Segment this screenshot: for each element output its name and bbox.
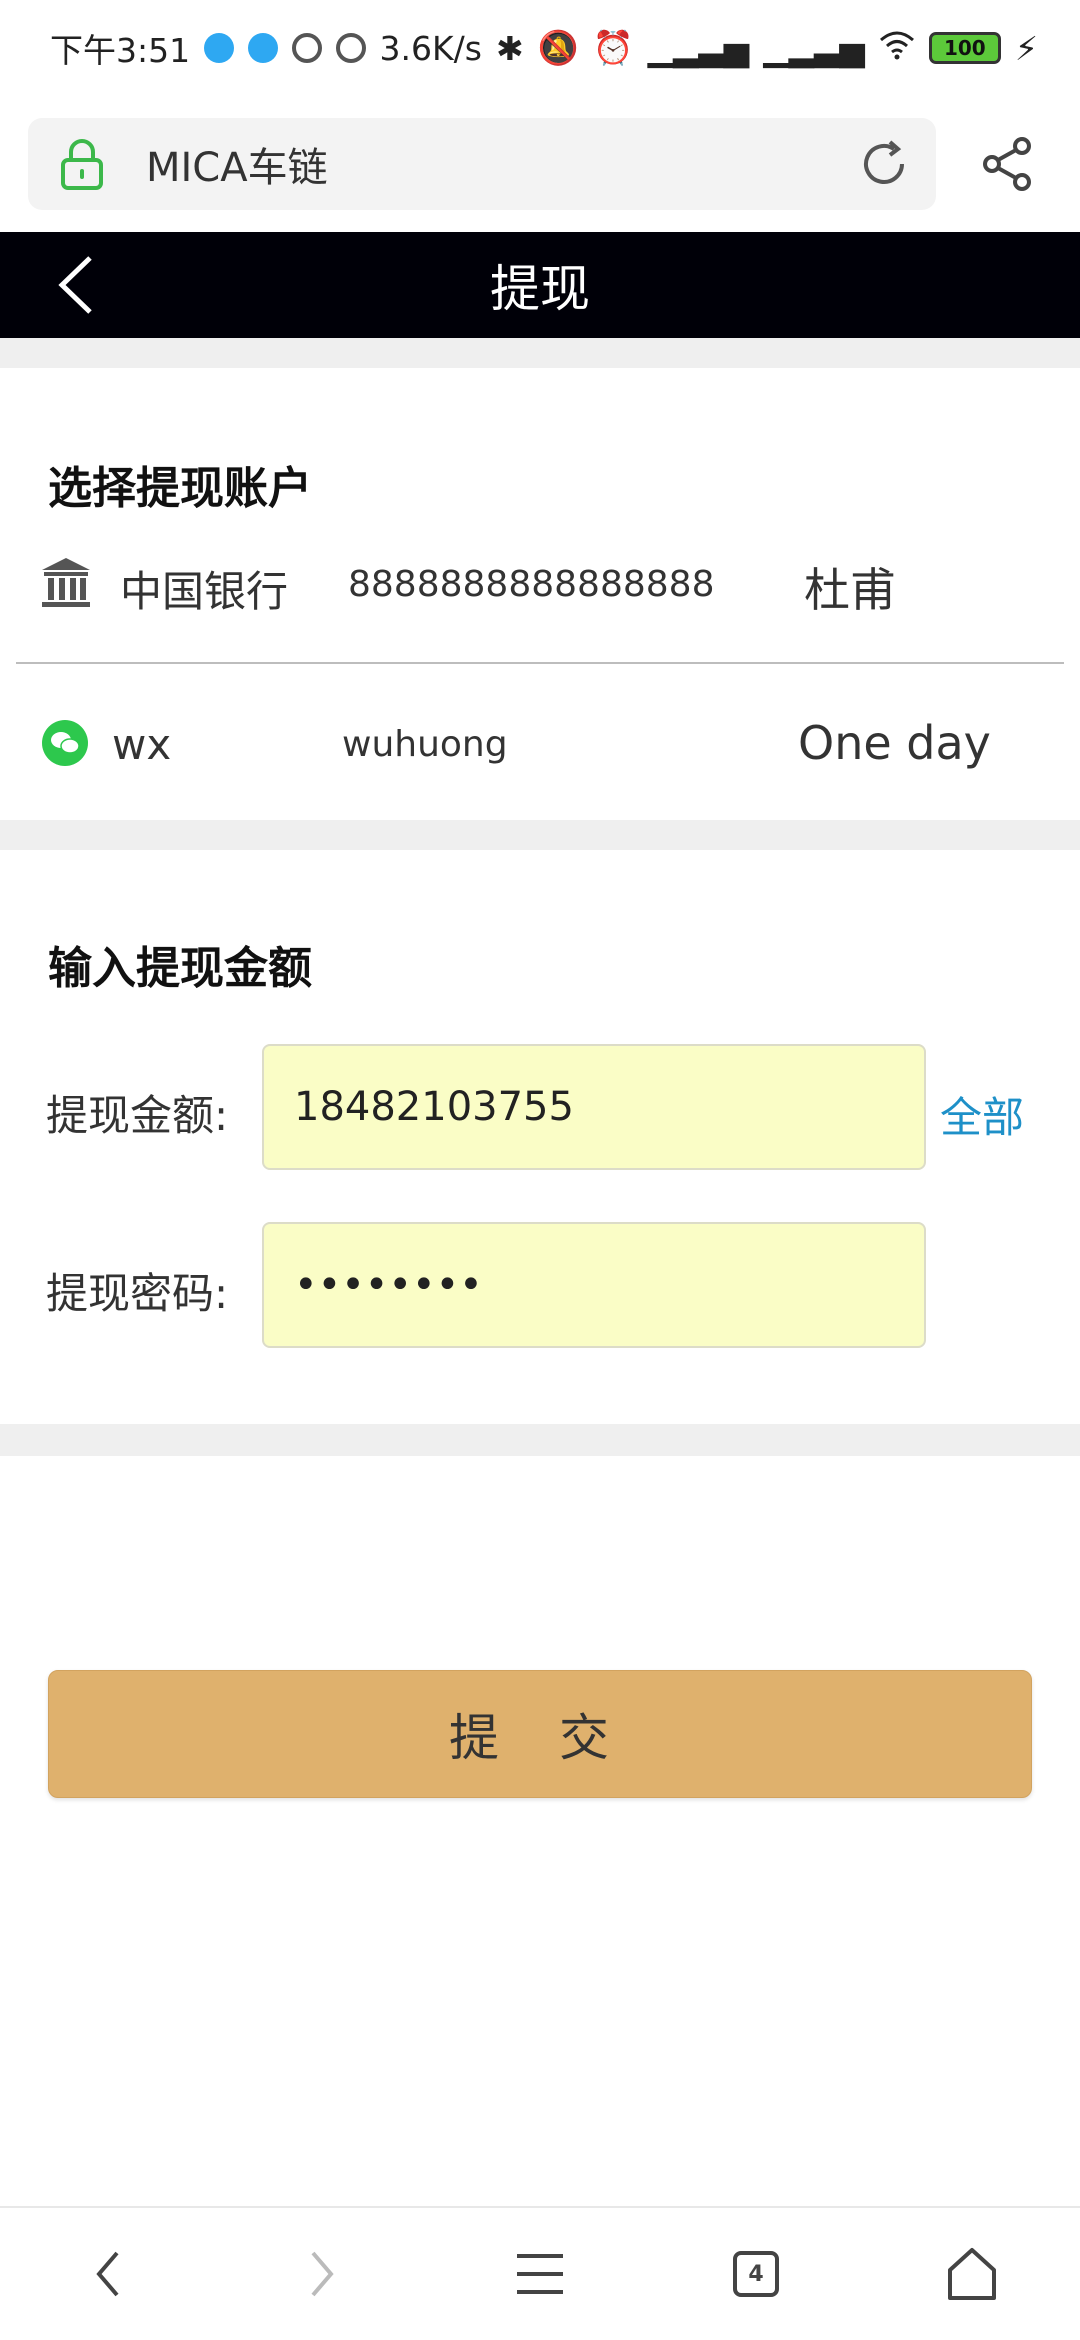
- app-notification-icon: [292, 33, 323, 63]
- accounts-card: 选择提现账户 中国银行 8888888888888888 杜甫 wx wuhuo…: [0, 368, 1080, 820]
- withdraw-all-link[interactable]: 全部: [940, 1084, 1024, 1145]
- bluetooth-icon: ✱: [495, 28, 524, 68]
- home-icon[interactable]: [942, 2244, 1002, 2304]
- status-right: 3.6K/s ✱ 🔕 ⏰ ▁▂▃▅ ▁▂▃▅ 100 ⚡: [380, 28, 1038, 68]
- account-name: wx: [112, 720, 172, 769]
- amount-input[interactable]: 18482103755: [262, 1044, 926, 1170]
- account-name: 中国银行: [120, 567, 289, 616]
- amount-card: 输入提现金额 提现金额: 18482103755 提现密码: ••••••••: [0, 850, 1080, 1424]
- lock-icon: [52, 134, 112, 194]
- account-row-bank[interactable]: 中国银行 8888888888888888 杜甫: [0, 524, 1080, 644]
- bank-icon: [40, 554, 92, 614]
- browser-forward-icon[interactable]: [292, 2244, 352, 2304]
- status-left: 下午3:51: [50, 24, 367, 72]
- menu-icon[interactable]: [510, 2244, 570, 2304]
- password-input[interactable]: ••••••••: [262, 1222, 926, 1348]
- browser-bottom-bar: 4: [0, 2206, 1080, 2340]
- signal-icon: ▁▂▃▅: [647, 28, 750, 68]
- amount-section-title: 输入提现金额: [48, 943, 312, 994]
- browser-back-icon[interactable]: [78, 2244, 138, 2304]
- account-holder: One day: [798, 716, 991, 770]
- status-bar: 下午3:51 3.6K/s ✱ 🔕 ⏰ ▁▂▃▅ ▁▂▃▅ 100 ⚡: [0, 0, 1080, 96]
- wechat-icon: [42, 720, 88, 766]
- account-row-wechat[interactable]: wx wuhuong One day: [0, 684, 1080, 804]
- reload-icon[interactable]: [856, 136, 912, 192]
- account-holder: 杜甫: [804, 563, 896, 617]
- app-notification-icon: [336, 33, 367, 63]
- amount-label: 提现金额:: [46, 1091, 229, 1140]
- network-speed: 3.6K/s: [379, 28, 482, 68]
- divider: [16, 662, 1064, 664]
- battery-icon: 100: [928, 32, 1001, 64]
- section-gap: [0, 820, 1080, 850]
- submit-button[interactable]: 提 交: [48, 1670, 1032, 1798]
- password-label: 提现密码:: [46, 1269, 229, 1318]
- wifi-icon: [879, 29, 915, 68]
- url-bar[interactable]: MICA车链: [28, 118, 936, 210]
- notification-icon: [248, 33, 279, 63]
- alarm-icon: ⏰: [592, 28, 634, 67]
- account-number: wuhuong: [342, 724, 508, 765]
- url-title: MICA车链: [146, 145, 328, 191]
- status-time: 下午3:51: [50, 31, 191, 70]
- mute-bell-icon: 🔕: [537, 28, 579, 67]
- page-title: 提现: [490, 260, 590, 318]
- section-gap: [0, 1424, 1080, 1456]
- section-gap: [0, 338, 1080, 368]
- charging-icon: ⚡: [1014, 28, 1038, 68]
- share-icon[interactable]: [980, 136, 1036, 192]
- account-number: 8888888888888888: [348, 564, 715, 605]
- back-button[interactable]: [54, 254, 100, 316]
- accounts-section-title: 选择提现账户: [48, 463, 312, 514]
- signal-icon: ▁▂▃▅: [763, 28, 865, 68]
- page-header: 提现: [0, 232, 1080, 338]
- tab-count: 4: [733, 2251, 779, 2297]
- notification-icon: [204, 33, 235, 63]
- tabs-button[interactable]: 4: [726, 2244, 786, 2304]
